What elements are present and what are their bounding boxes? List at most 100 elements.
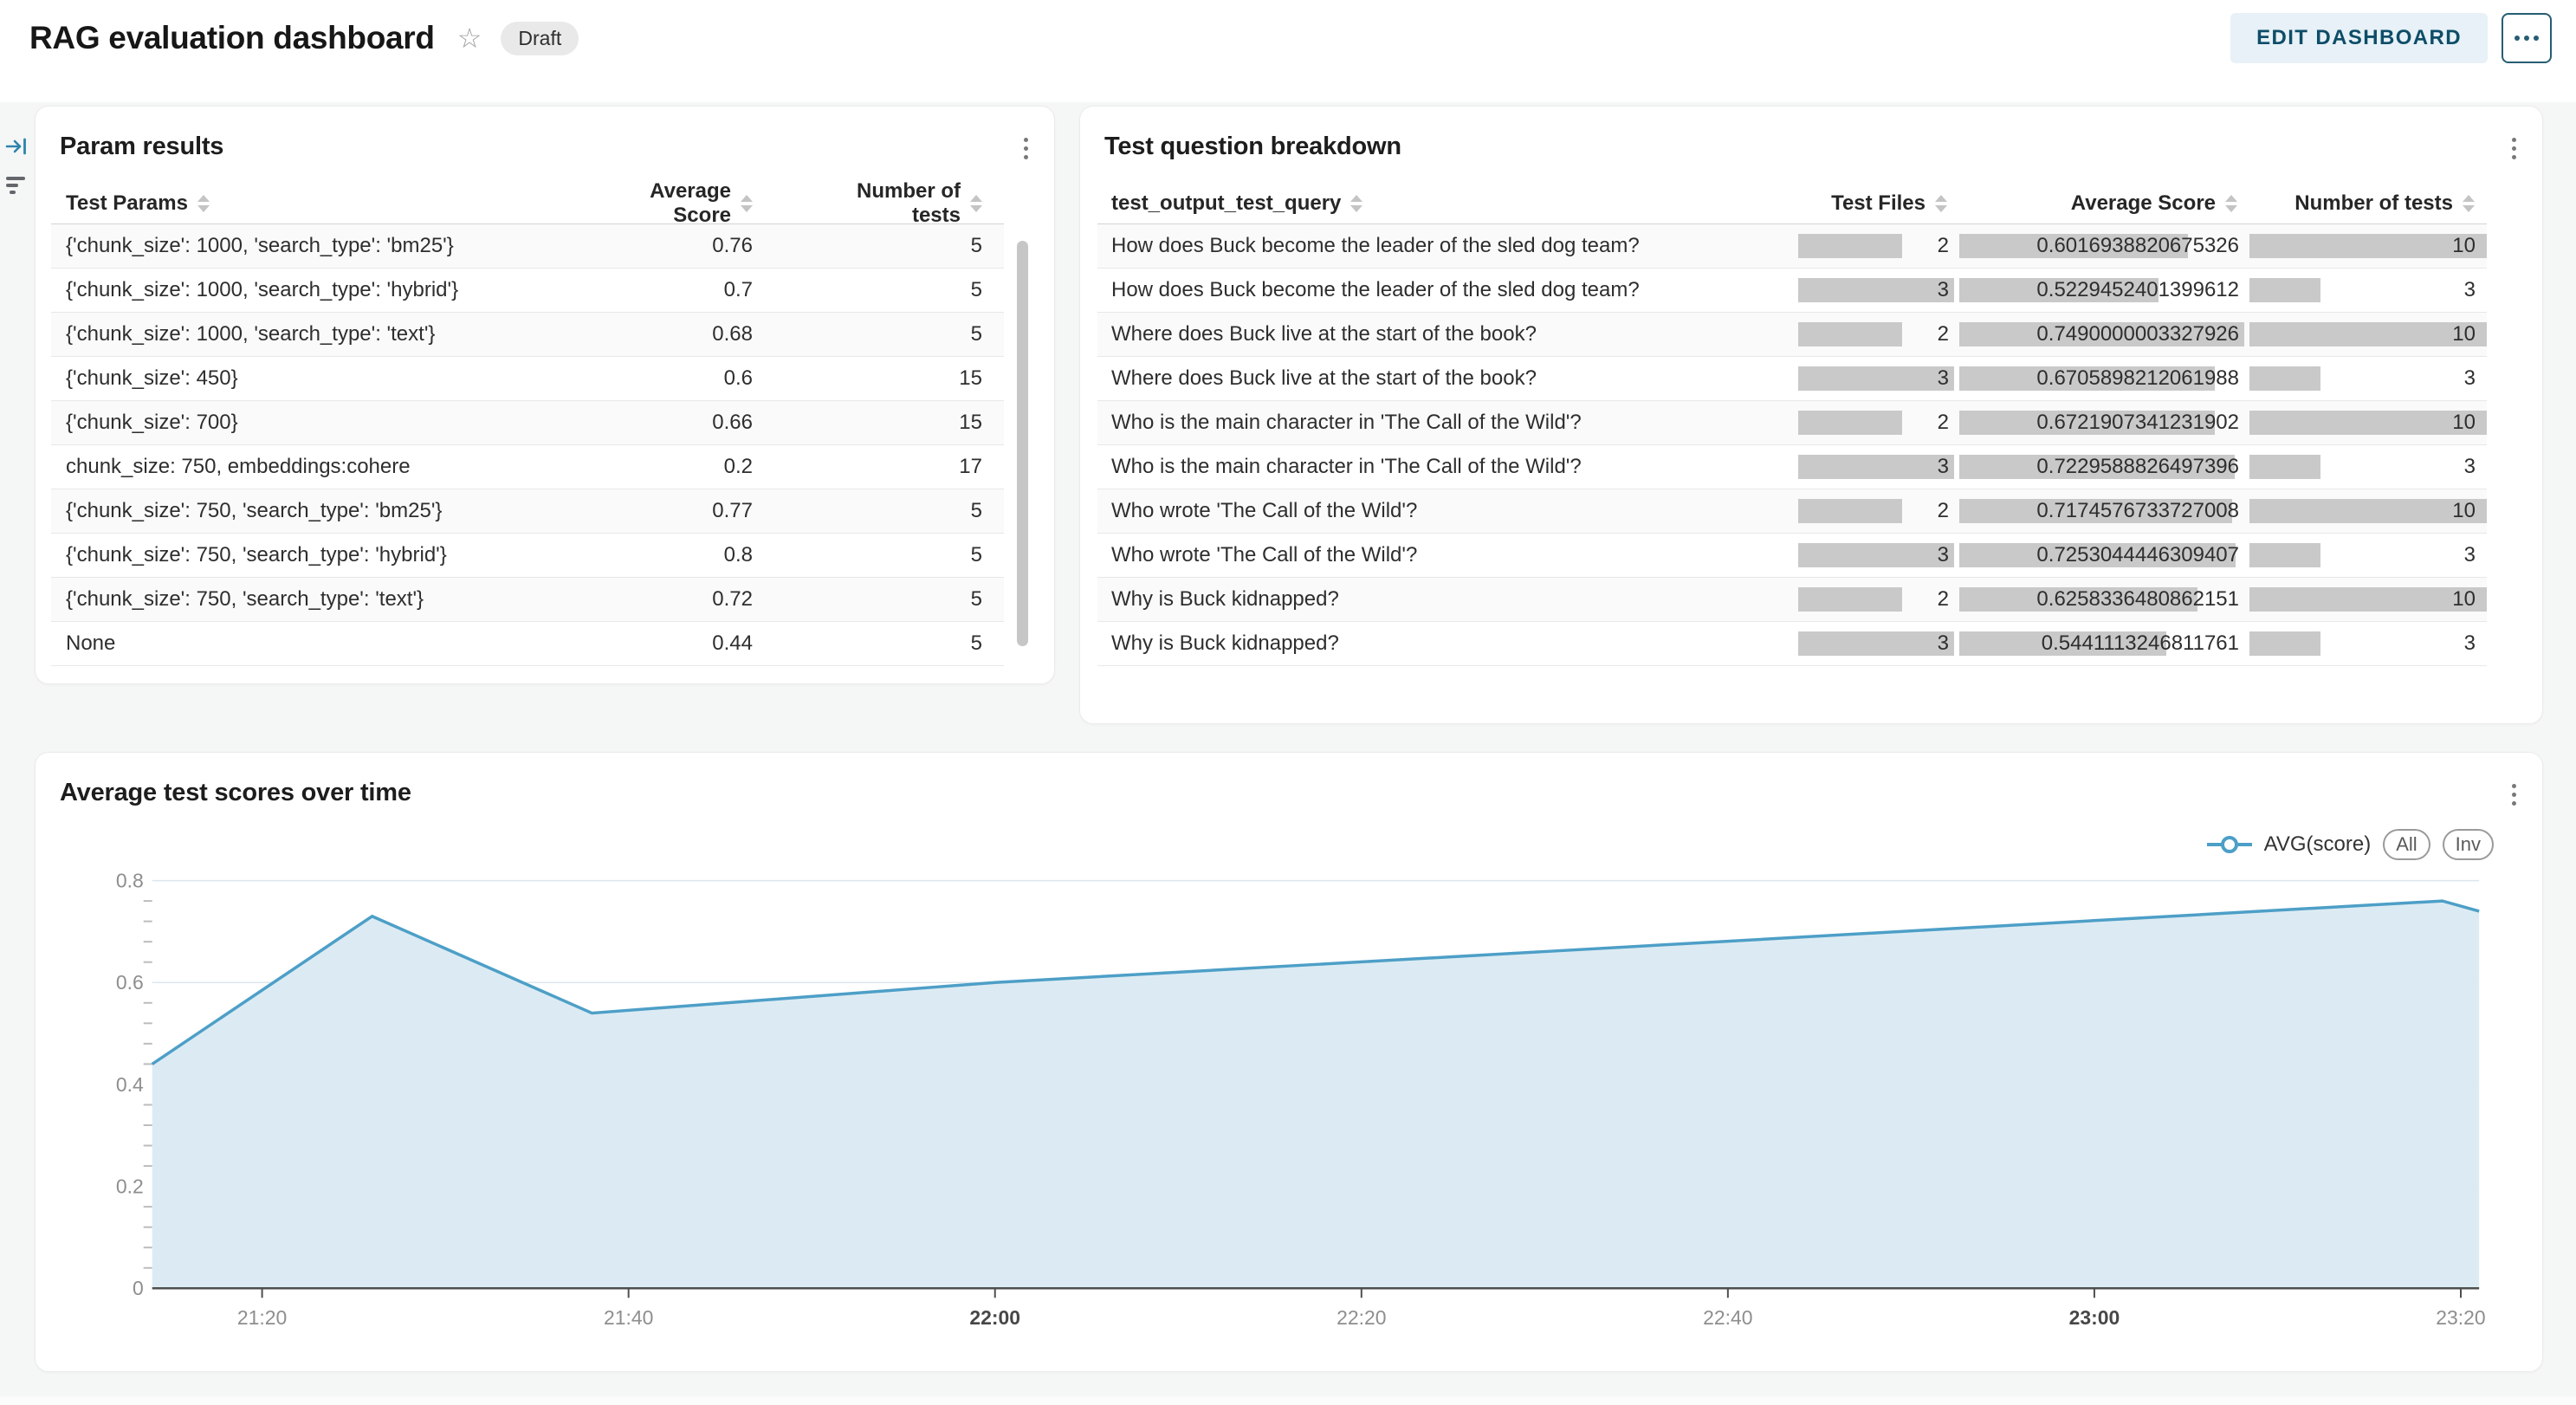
kebab-menu-icon[interactable] (2508, 780, 2520, 809)
table-cell: 5 (805, 313, 1004, 356)
table-cell: Where does Buck live at the start of the… (1097, 357, 1793, 400)
sort-icon (197, 195, 210, 212)
scores-chart-panel: Average test scores over time AVG(score)… (35, 752, 2543, 1372)
cell-value: 3 (1938, 366, 1949, 391)
data-bar (2249, 455, 2320, 479)
table-cell: 2 (1793, 578, 1954, 621)
star-icon[interactable]: ☆ (457, 24, 482, 52)
data-bar (2249, 587, 2487, 612)
table-cell: 0.66 (631, 401, 805, 444)
table-cell: 0.7174576733727008 (1954, 489, 2244, 533)
column-header-score[interactable]: Average Score (1954, 191, 2244, 216)
table-cell: 3 (2244, 622, 2487, 665)
table-row: Who is the main character in 'The Call o… (1097, 445, 2487, 489)
table-row: How does Buck become the leader of the s… (1097, 224, 2487, 269)
cell-value: 2 (1938, 411, 1949, 435)
column-label: Average Score (2071, 191, 2216, 216)
table-cell: 17 (805, 445, 1004, 489)
column-label: Test Params (66, 191, 188, 216)
table-row: Where does Buck live at the start of the… (1097, 357, 2487, 401)
table-row: {'chunk_size': 700}0.6615 (51, 401, 1004, 445)
cell-value: 0.7490000003327926 (2036, 322, 2239, 346)
table-cell: 2 (1793, 401, 1954, 444)
sort-icon (1935, 195, 1947, 212)
table-cell: 3 (2244, 534, 2487, 577)
cell-value: 2 (1938, 322, 1949, 346)
cell-value: 0.7229588826497396 (2036, 455, 2239, 479)
cell-value: 0.6258336480862151 (2036, 587, 2239, 612)
edit-dashboard-button[interactable]: EDIT DASHBOARD (2230, 13, 2488, 63)
table-cell: Who wrote 'The Call of the Wild'? (1097, 489, 1793, 533)
legend-series-label[interactable]: AVG(score) (2264, 832, 2372, 857)
cell-value: 0.7253044446309407 (2036, 543, 2239, 567)
table-row: {'chunk_size': 450}0.615 (51, 357, 1004, 401)
table-cell: 3 (2244, 269, 2487, 312)
column-header-params[interactable]: Test Params (51, 191, 631, 216)
table-row: Who wrote 'The Call of the Wild'?20.7174… (1097, 489, 2487, 534)
kebab-menu-icon[interactable] (2508, 134, 2520, 163)
data-bar (1798, 499, 1902, 523)
table-row: Who wrote 'The Call of the Wild'?30.7253… (1097, 534, 2487, 578)
column-header-num_tests[interactable]: Number of tests (805, 179, 1004, 228)
table-cell: 0.6721907341231902 (1954, 401, 2244, 444)
table-cell: Who is the main character in 'The Call o… (1097, 401, 1793, 444)
table-cell: 0.6705898212061988 (1954, 357, 2244, 400)
cell-value: 10 (2452, 587, 2476, 612)
table-row: Where does Buck live at the start of the… (1097, 313, 2487, 357)
table-cell: 10 (2244, 401, 2487, 444)
table-row: {'chunk_size': 1000, 'search_type': 'tex… (51, 313, 1004, 357)
column-header-files[interactable]: Test Files (1793, 191, 1954, 216)
filter-icon[interactable] (5, 173, 28, 196)
legend-all-button[interactable]: All (2383, 829, 2430, 860)
table-cell: How does Buck become the leader of the s… (1097, 224, 1793, 268)
cell-value: 10 (2452, 499, 2476, 523)
x-tick-label: 22:20 (1337, 1306, 1386, 1329)
table-cell: Why is Buck kidnapped? (1097, 622, 1793, 665)
table-cell: {'chunk_size': 700} (51, 401, 631, 444)
cell-value: 10 (2452, 411, 2476, 435)
question-breakdown-panel: Test question breakdown test_output_test… (1079, 106, 2543, 724)
ellipsis-menu-button[interactable] (2502, 13, 2552, 63)
table-cell: 3 (2244, 357, 2487, 400)
x-tick-label: 23:00 (2069, 1306, 2120, 1329)
table-scrollbar[interactable] (1017, 241, 1028, 646)
cell-value: 3 (1938, 455, 1949, 479)
data-bar (1798, 587, 1902, 612)
data-bar (2249, 411, 2487, 435)
table-header-row: Test ParamsAverage ScoreNumber of tests (51, 184, 1004, 224)
table-cell: 10 (2244, 489, 2487, 533)
table-cell: 0.8 (631, 534, 805, 577)
table-cell: 3 (1793, 445, 1954, 489)
data-bar (1798, 631, 1954, 656)
panel-title: Average test scores over time (60, 779, 2518, 807)
table-cell: 10 (2244, 313, 2487, 356)
kebab-menu-icon[interactable] (1020, 134, 1032, 163)
table-cell: Who wrote 'The Call of the Wild'? (1097, 534, 1793, 577)
cell-value: 3 (2464, 366, 2476, 391)
data-bar (1798, 543, 1954, 567)
table-cell: 5 (805, 534, 1004, 577)
column-header-query[interactable]: test_output_test_query (1097, 191, 1793, 216)
collapse-panel-icon[interactable] (5, 135, 28, 158)
table-row: {'chunk_size': 750, 'search_type': 'hybr… (51, 534, 1004, 578)
cell-value: 0.6705898212061988 (2036, 366, 2239, 391)
column-header-avg_score[interactable]: Average Score (631, 179, 805, 228)
legend-inv-button[interactable]: Inv (2443, 829, 2494, 860)
table-cell: 2 (1793, 224, 1954, 268)
table-cell: 0.7229588826497396 (1954, 445, 2244, 489)
column-label: Number of tests (2294, 191, 2453, 216)
sort-icon (970, 195, 982, 212)
data-bar (1798, 366, 1954, 391)
table-cell: 5 (805, 578, 1004, 621)
y-tick-label: 0 (133, 1277, 144, 1299)
table-cell: {'chunk_size': 750, 'search_type': 'bm25… (51, 489, 631, 533)
table-cell: 15 (805, 401, 1004, 444)
data-bar (2249, 366, 2320, 391)
table-body: {'chunk_size': 1000, 'search_type': 'bm2… (51, 224, 1004, 666)
data-bar (2249, 631, 2320, 656)
table-cell: {'chunk_size': 450} (51, 357, 631, 400)
sort-icon (741, 195, 753, 212)
table-cell: 3 (1793, 534, 1954, 577)
table-row: chunk_size: 750, embeddings:cohere0.217 (51, 445, 1004, 489)
column-header-tests[interactable]: Number of tests (2244, 191, 2487, 216)
